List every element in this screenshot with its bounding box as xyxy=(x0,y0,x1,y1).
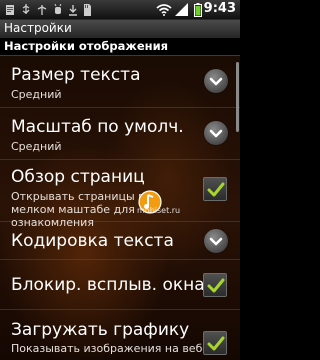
setting-text-encoding[interactable]: Кодировка текста xyxy=(0,222,240,260)
download-icon xyxy=(67,3,79,16)
debug-icon xyxy=(52,3,64,16)
checkbox[interactable] xyxy=(203,273,227,297)
dropdown-arrow-icon[interactable] xyxy=(204,69,228,93)
setting-title: Обзор страниц xyxy=(11,167,145,187)
setting-title: Кодировка текста xyxy=(11,231,174,251)
usb-debug-icon xyxy=(36,3,48,16)
setting-text-size[interactable]: Размер текста Средний xyxy=(0,56,240,108)
usb-icon xyxy=(20,3,32,16)
setting-page-overview[interactable]: Обзор страниц Открывать страницы в мелко… xyxy=(0,160,240,229)
section-header: Настройки отображения xyxy=(0,38,240,56)
settings-list[interactable]: Размер текста Средний Масштаб по умолч. … xyxy=(0,56,240,360)
scrollbar[interactable] xyxy=(236,62,239,132)
dropdown-arrow-icon[interactable] xyxy=(204,229,228,253)
sd-card-icon xyxy=(81,3,93,16)
status-bar: 9:43 xyxy=(0,0,240,20)
battery-icon xyxy=(193,2,203,17)
checkbox[interactable] xyxy=(203,331,227,355)
signal-icon xyxy=(175,3,189,16)
title-bar: Настройки xyxy=(0,20,240,38)
checkbox[interactable] xyxy=(203,177,227,201)
setting-summary: Средний xyxy=(11,140,62,153)
section-header-label: Настройки отображения xyxy=(4,39,169,53)
setting-title: Блокир. всплыв. окна xyxy=(11,275,205,295)
setting-summary: Средний xyxy=(11,88,62,101)
watermark-text: mobiset.ru xyxy=(137,206,181,215)
setting-block-popups[interactable]: Блокир. всплыв. окна xyxy=(0,260,240,310)
setting-title: Загружать графику xyxy=(11,320,190,340)
wifi-icon xyxy=(156,3,172,16)
dropdown-arrow-icon[interactable] xyxy=(204,121,228,145)
notification-icon xyxy=(4,3,16,16)
setting-summary: Показывать изображения на веб- xyxy=(11,342,207,355)
setting-load-images[interactable]: Загружать графику Показывать изображения… xyxy=(0,310,240,360)
setting-default-zoom[interactable]: Масштаб по умолч. Средний xyxy=(0,108,240,160)
setting-title: Размер текста xyxy=(11,65,141,85)
page-title: Настройки xyxy=(4,21,72,35)
setting-title: Масштаб по умолч. xyxy=(11,117,184,137)
clock: 9:43 xyxy=(203,1,236,16)
